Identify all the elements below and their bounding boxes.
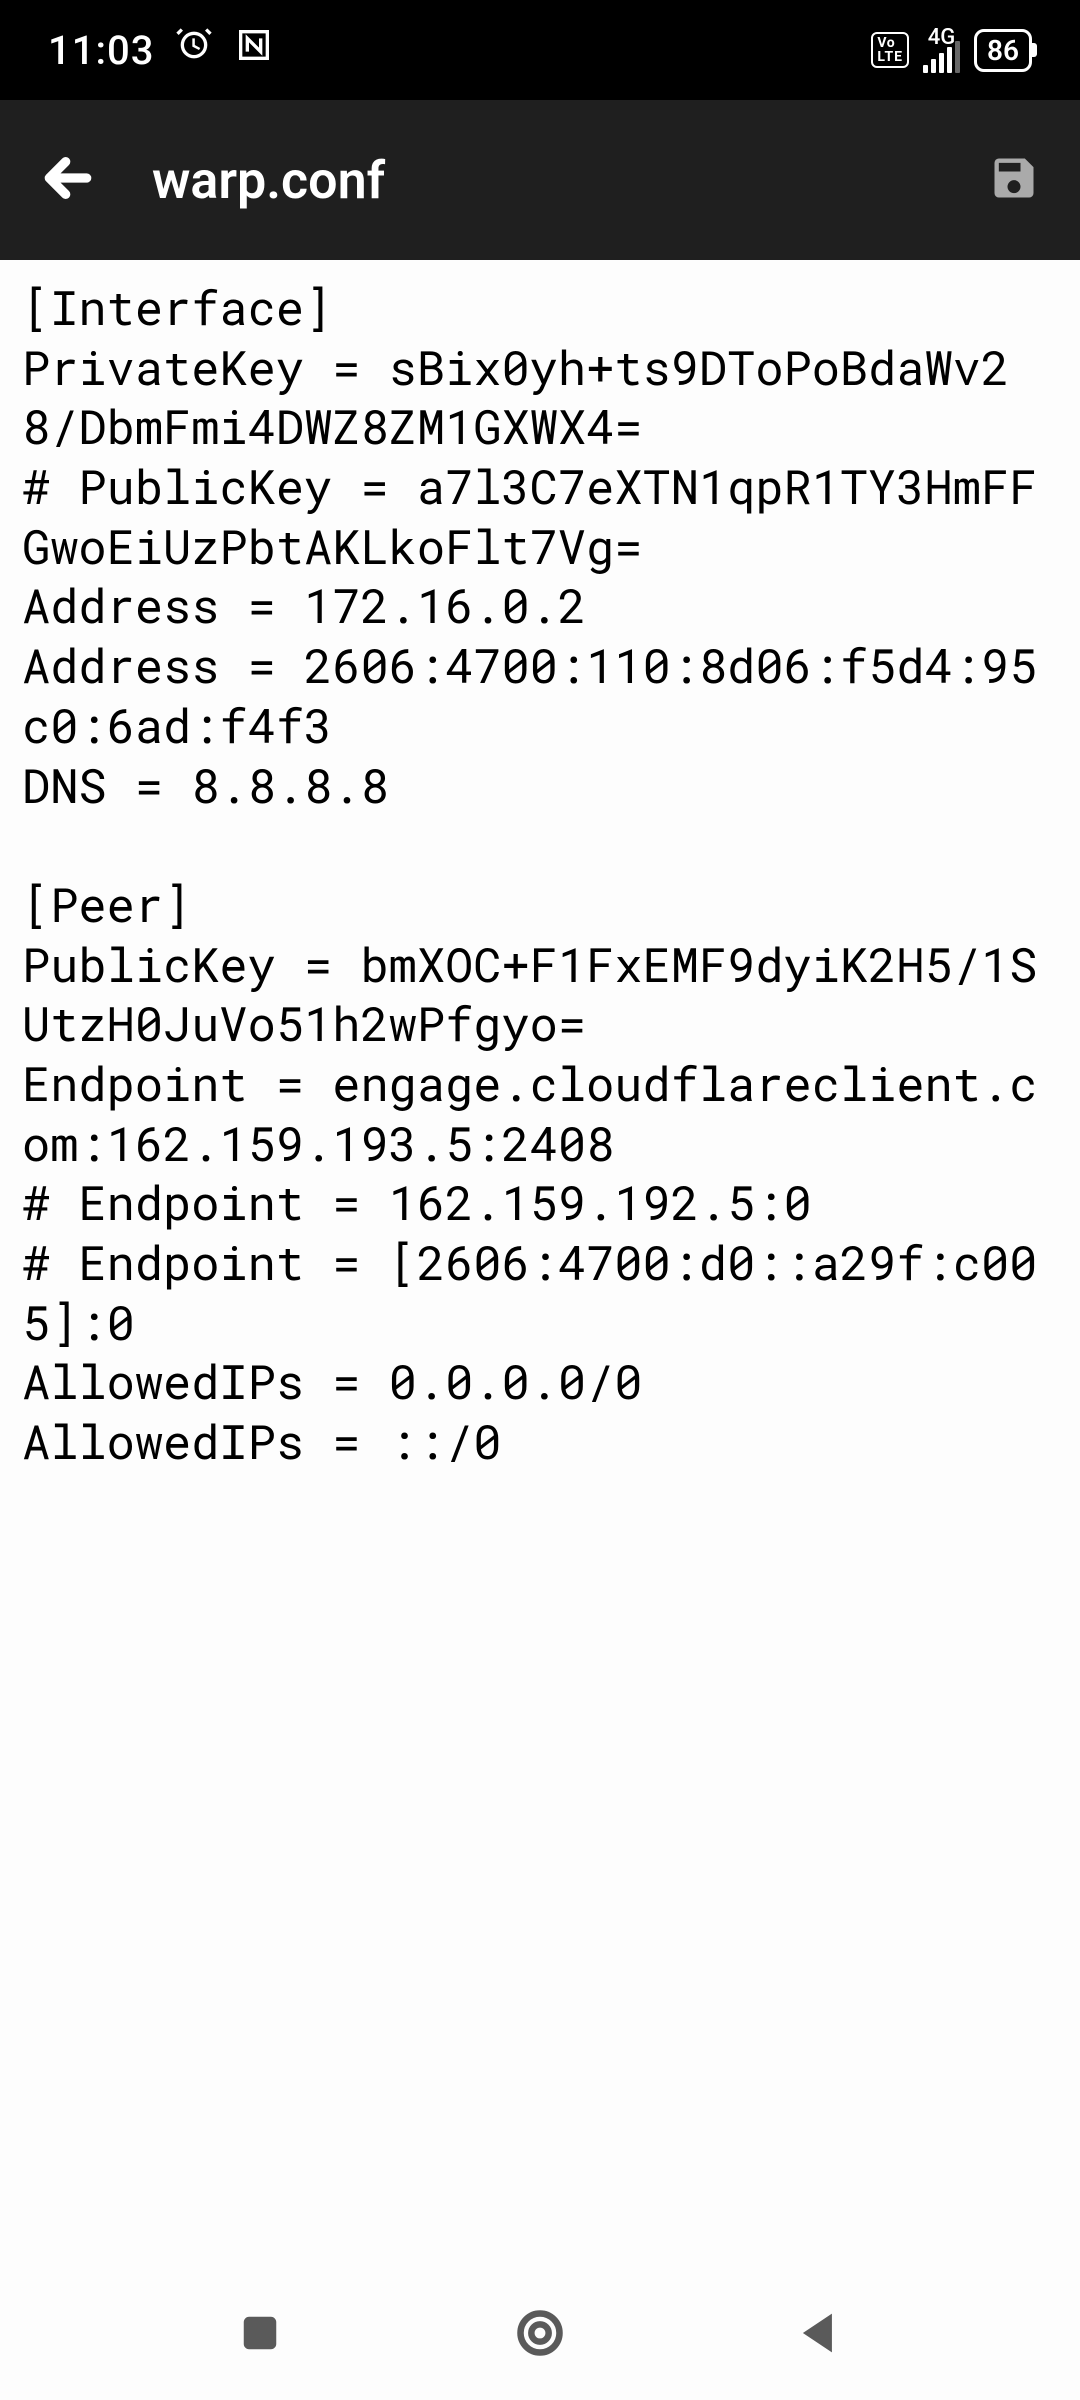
status-right: Vo LTE 4G 86 bbox=[871, 27, 1032, 73]
alarm-icon bbox=[174, 25, 214, 75]
back-button[interactable] bbox=[40, 150, 96, 210]
nfc-icon bbox=[234, 25, 274, 75]
back-nav-button[interactable] bbox=[794, 2307, 846, 2363]
save-button[interactable] bbox=[988, 152, 1040, 208]
recent-apps-button[interactable] bbox=[234, 2307, 286, 2363]
file-content[interactable]: [Interface] PrivateKey = sBix0yh+ts9DToP… bbox=[0, 260, 1080, 2270]
navigation-bar bbox=[0, 2270, 1080, 2400]
status-bar: 11:03 Vo LTE 4G 86 bbox=[0, 0, 1080, 100]
home-button[interactable] bbox=[514, 2307, 566, 2363]
status-left: 11:03 bbox=[48, 25, 274, 75]
status-clock: 11:03 bbox=[48, 27, 154, 74]
page-title: warp.conf bbox=[152, 150, 932, 211]
battery-indicator: 86 bbox=[974, 29, 1032, 72]
network-4g-icon: 4G bbox=[923, 27, 960, 73]
volte-icon: Vo LTE bbox=[871, 32, 909, 68]
signal-icon bbox=[923, 43, 960, 73]
app-bar: warp.conf bbox=[0, 100, 1080, 260]
